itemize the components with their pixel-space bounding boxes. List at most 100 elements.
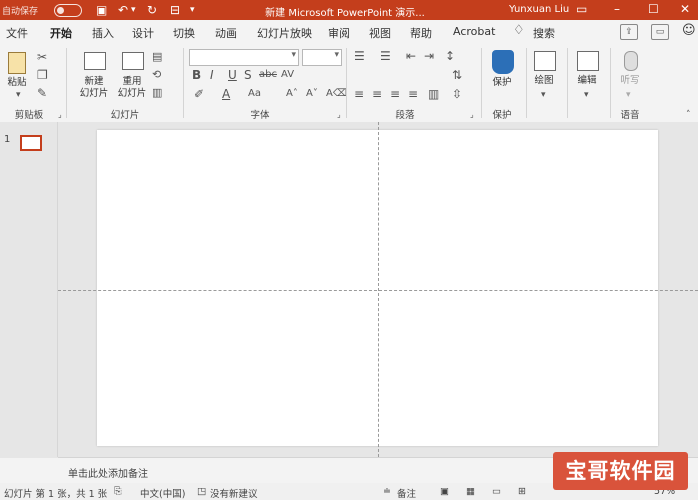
customize-quick-access-icon[interactable]: ▾ bbox=[190, 2, 195, 18]
reuse-slides-button[interactable]: 重用 幻灯片 bbox=[112, 76, 152, 100]
drawing-icon[interactable] bbox=[534, 51, 556, 71]
copy-icon[interactable]: ❐ bbox=[37, 68, 48, 82]
cut-icon[interactable]: ✂ bbox=[37, 50, 47, 64]
save-icon[interactable]: ▣ bbox=[96, 2, 107, 18]
tab-animations[interactable]: 动画 bbox=[215, 25, 237, 41]
language-status[interactable]: 中文(中国) bbox=[140, 486, 185, 500]
line-spacing-icon[interactable]: ↕ bbox=[445, 49, 455, 63]
align-left-icon[interactable]: ≡ bbox=[354, 87, 364, 101]
redo-icon[interactable]: ↻ bbox=[147, 2, 157, 18]
editing-search-icon[interactable] bbox=[577, 51, 599, 71]
numbering-icon[interactable]: ☰ bbox=[380, 49, 391, 63]
columns-icon[interactable]: ▥ bbox=[428, 87, 439, 101]
paste-dropdown-icon[interactable]: ▾ bbox=[16, 88, 21, 102]
dictate-button[interactable]: 听写 bbox=[614, 75, 646, 87]
format-painter-icon[interactable]: ✎ bbox=[37, 86, 47, 100]
undo-dropdown-icon[interactable]: ▾ bbox=[131, 2, 136, 18]
font-color-icon[interactable]: A bbox=[222, 87, 230, 101]
user-name[interactable]: Yunxuan Liu bbox=[509, 4, 569, 15]
autosave-toggle[interactable] bbox=[54, 4, 82, 17]
strikethrough-icon[interactable]: abc bbox=[259, 68, 277, 82]
ribbon-display-icon[interactable]: ▭ bbox=[576, 2, 587, 16]
bold-icon[interactable]: B bbox=[192, 68, 201, 82]
clipboard-launcher-icon[interactable]: ⌟ bbox=[58, 108, 62, 122]
group-label-voice: 语音 bbox=[620, 110, 640, 121]
change-case-icon[interactable]: Aa bbox=[248, 87, 261, 101]
char-spacing-icon[interactable]: AV bbox=[281, 68, 294, 82]
tab-search[interactable]: 搜索 bbox=[533, 25, 555, 41]
new-slide-button[interactable]: 新建 幻灯片 bbox=[74, 76, 114, 100]
slide-count[interactable]: 幻灯片 第 1 张，共 1 张 bbox=[4, 486, 107, 500]
reading-view-icon[interactable]: ▭ bbox=[492, 486, 501, 497]
separator bbox=[346, 48, 347, 118]
tab-insert[interactable]: 插入 bbox=[92, 25, 114, 41]
paragraph-launcher-icon[interactable]: ⌟ bbox=[470, 108, 474, 122]
present-icon[interactable]: ⊟ bbox=[170, 2, 180, 18]
shadow-icon[interactable]: S bbox=[244, 68, 252, 82]
notes-left-filler bbox=[0, 458, 58, 484]
dictate-dropdown-icon[interactable]: ▾ bbox=[626, 88, 631, 102]
spellcheck-icon[interactable]: ⎘ bbox=[114, 486, 122, 497]
align-right-icon[interactable]: ≡ bbox=[390, 87, 400, 101]
tab-home[interactable]: 开始 bbox=[50, 25, 72, 46]
undo-icon[interactable]: ↶ bbox=[118, 2, 128, 18]
share-icon[interactable]: ⇪ bbox=[620, 24, 638, 40]
separator bbox=[183, 48, 184, 118]
tab-slideshow[interactable]: 幻灯片放映 bbox=[257, 25, 312, 41]
tab-acrobat[interactable]: Acrobat bbox=[453, 25, 495, 38]
slide-number: 1 bbox=[4, 134, 11, 145]
separator bbox=[526, 48, 527, 118]
minimize-icon[interactable]: – bbox=[614, 2, 620, 16]
notes-toggle-button[interactable]: 备注 bbox=[397, 486, 416, 500]
microphone-icon[interactable] bbox=[624, 51, 638, 71]
tab-transitions[interactable]: 切换 bbox=[173, 25, 195, 41]
section-icon[interactable]: ▥ bbox=[152, 86, 162, 100]
reuse-slides-icon[interactable] bbox=[122, 52, 144, 70]
close-icon[interactable]: ✕ bbox=[680, 2, 690, 16]
feedback-smiley-icon[interactable]: ☺ bbox=[682, 23, 696, 38]
font-size-combobox[interactable] bbox=[302, 49, 342, 66]
decrease-font-icon[interactable]: A˅ bbox=[306, 87, 318, 101]
align-center-icon[interactable]: ≡ bbox=[372, 87, 382, 101]
underline-icon[interactable]: U bbox=[228, 68, 237, 82]
group-label-clipboard: 剪贴板 bbox=[14, 110, 44, 121]
editing-dropdown-icon[interactable]: ▾ bbox=[584, 88, 589, 102]
highlight-icon[interactable]: ✐ bbox=[194, 87, 204, 101]
font-launcher-icon[interactable]: ⌟ bbox=[337, 108, 341, 122]
collapse-ribbon-icon[interactable]: ˄ bbox=[686, 108, 691, 122]
paste-icon[interactable] bbox=[8, 52, 26, 74]
group-label-slides: 幻灯片 bbox=[110, 110, 140, 121]
slide-sorter-icon[interactable]: ▦ bbox=[466, 486, 475, 497]
reset-icon[interactable]: ⟲ bbox=[152, 68, 161, 82]
drawing-button[interactable]: 绘图 bbox=[528, 75, 560, 87]
layout-icon[interactable]: ▤ bbox=[152, 50, 162, 64]
italic-icon[interactable]: I bbox=[210, 68, 214, 82]
drawing-dropdown-icon[interactable]: ▾ bbox=[541, 88, 546, 102]
comments-icon[interactable]: ▭ bbox=[651, 24, 669, 40]
tab-design[interactable]: 设计 bbox=[132, 25, 154, 41]
maximize-icon[interactable]: ☐ bbox=[648, 2, 659, 16]
justify-icon[interactable]: ≡ bbox=[408, 87, 418, 101]
slideshow-view-icon[interactable]: ⊞ bbox=[518, 486, 526, 497]
decrease-indent-icon[interactable]: ⇤ bbox=[406, 49, 416, 63]
slide-thumbnail[interactable] bbox=[20, 135, 42, 151]
protect-shield-icon[interactable] bbox=[492, 50, 514, 74]
tab-review[interactable]: 审阅 bbox=[328, 25, 350, 41]
increase-font-icon[interactable]: A˄ bbox=[286, 87, 298, 101]
tab-file[interactable]: 文件 bbox=[6, 25, 28, 41]
ribbon: 粘贴 ▾ ✂ ❐ ✎ 剪贴板 ⌟ 新建 幻灯片 重用 幻灯片 ▤ ⟲ ▥ 幻灯片… bbox=[0, 44, 698, 123]
increase-indent-icon[interactable]: ⇥ bbox=[424, 49, 434, 63]
normal-view-icon[interactable]: ▣ bbox=[440, 486, 449, 497]
text-direction-icon[interactable]: ⇅ bbox=[452, 68, 462, 82]
new-slide-icon[interactable] bbox=[84, 52, 106, 70]
horizontal-guide[interactable] bbox=[58, 290, 698, 291]
tab-help[interactable]: 帮助 bbox=[410, 25, 432, 41]
bullets-icon[interactable]: ☰ bbox=[354, 49, 365, 63]
font-name-combobox[interactable] bbox=[189, 49, 299, 66]
suggestions-status[interactable]: 没有新建议 bbox=[210, 486, 258, 500]
tab-view[interactable]: 视图 bbox=[369, 25, 391, 41]
clear-format-icon[interactable]: A⌫ bbox=[326, 87, 347, 101]
editing-button[interactable]: 编辑 bbox=[571, 75, 603, 87]
align-text-icon[interactable]: ⇳ bbox=[452, 87, 462, 101]
protect-button[interactable]: 保护 bbox=[484, 77, 520, 89]
